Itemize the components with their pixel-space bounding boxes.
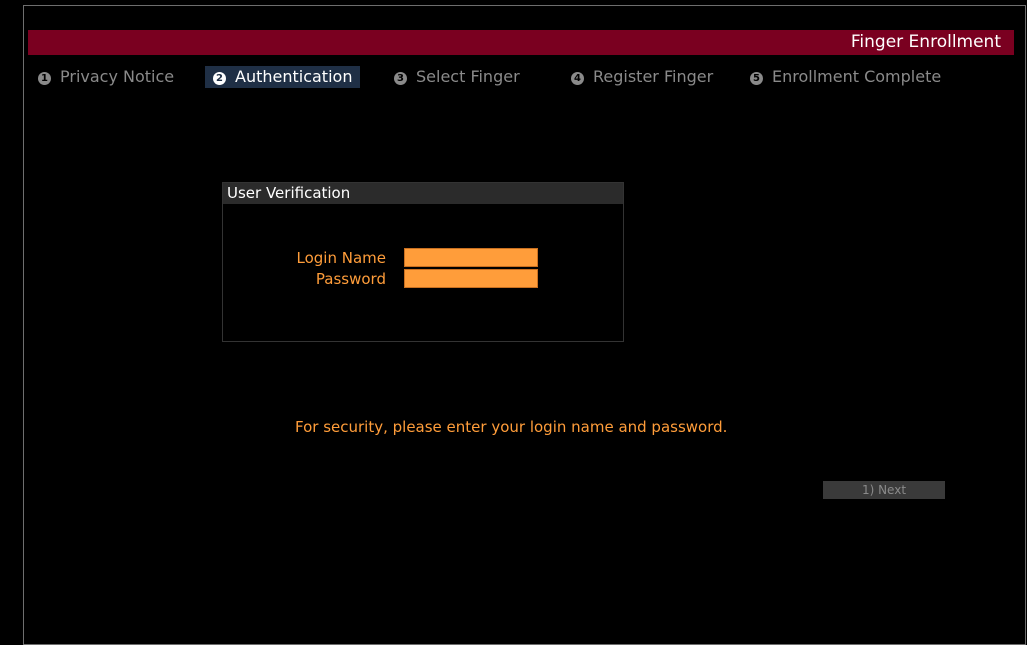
step-label: Authentication [235,67,353,86]
step-privacy-notice: 1 Privacy Notice [30,66,182,88]
step-label: Select Finger [416,67,520,86]
password-label: Password [315,270,386,288]
step-number-icon: 5 [750,72,763,85]
step-select-finger: 3 Select Finger [386,66,528,88]
step-number-icon: 3 [394,72,407,85]
user-verification-panel: User Verification Login Name Password [222,182,624,342]
next-button[interactable]: 1) Next [823,481,945,499]
step-number-icon: 2 [213,72,226,85]
step-label: Privacy Notice [60,67,175,86]
step-number-icon: 1 [38,72,51,85]
instruction-message: For security, please enter your login na… [295,418,728,436]
login-name-input[interactable] [404,248,538,267]
step-indicator: 1 Privacy Notice 2 Authentication 3 Select … [28,66,1014,88]
password-input[interactable] [404,269,538,288]
step-label: Enrollment Complete [772,67,942,86]
page-title: Finger Enrollment [850,32,1001,52]
login-name-label: Login Name [296,249,387,267]
step-label: Register Finger [593,67,714,86]
step-enrollment-complete: 5 Enrollment Complete [742,66,949,88]
step-authentication: 2 Authentication [205,66,361,88]
step-register-finger: 4 Register Finger [563,66,721,88]
step-number-icon: 4 [571,72,584,85]
panel-title: User Verification [223,183,623,204]
title-bar: Finger Enrollment [28,30,1014,55]
